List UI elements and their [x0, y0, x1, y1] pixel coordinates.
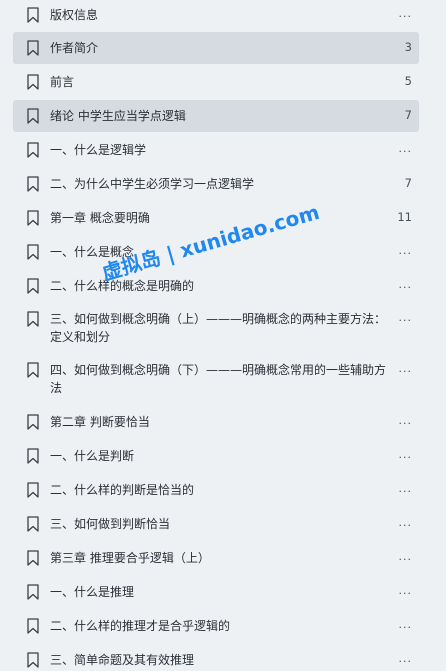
- bookmark-icon[interactable]: [26, 7, 40, 23]
- toc-item-title: 三、简单命题及其有效推理: [50, 653, 195, 667]
- toc-item-page: ...: [398, 142, 412, 155]
- toc-item-page: ...: [398, 516, 412, 529]
- toc-item-page: ...: [398, 414, 412, 427]
- toc-item-title: 二、什么样的推理才是合乎逻辑的: [50, 619, 231, 633]
- toc-item-title: 一、什么是逻辑学: [50, 143, 147, 157]
- bookmark-icon[interactable]: [26, 414, 40, 430]
- bookmark-icon[interactable]: [26, 40, 40, 56]
- bookmark-icon[interactable]: [26, 362, 40, 378]
- bookmark-icon[interactable]: [26, 652, 40, 668]
- toc-item-page: ...: [398, 362, 412, 375]
- toc-item-title: 二、什么样的概念是明确的: [50, 279, 195, 293]
- bookmark-icon[interactable]: [26, 108, 40, 124]
- toc-item[interactable]: 前言 5: [13, 72, 419, 92]
- toc-item[interactable]: 四、如何做到概念明确（下）———明确概念常用的一些辅助方法...: [13, 360, 419, 396]
- toc-item-title: 第三章 推理要合乎逻辑（上）: [50, 551, 210, 565]
- toc-item-page: ...: [398, 652, 412, 665]
- bookmark-icon[interactable]: [26, 142, 40, 158]
- toc-item-title: 前言: [50, 75, 75, 89]
- toc-item-page: ...: [398, 550, 412, 563]
- toc-item[interactable]: 第一章 概念要明确 11: [13, 208, 419, 228]
- toc-item[interactable]: 二、什么样的判断是恰当的...: [13, 480, 419, 500]
- toc-item-page: ...: [398, 278, 412, 291]
- toc-item-title: 一、什么是推理: [50, 585, 135, 599]
- toc-item-title: 第二章 判断要恰当: [50, 415, 150, 429]
- toc-item-page: 3: [404, 40, 412, 54]
- toc-item[interactable]: 二、为什么中学生必须学习一点逻辑学 7: [13, 174, 419, 194]
- toc-item-page: ...: [398, 482, 412, 495]
- toc-item-title: 绪论 中学生应当学点逻辑: [50, 109, 186, 123]
- toc-item-page: ...: [398, 618, 412, 631]
- table-of-contents: 版权信息... 作者简介 3 前言 5 绪论 中学生应当学点逻辑 7 一、什么是逻辑学... 二…: [0, 0, 446, 671]
- toc-item-title: 一、什么是概念: [50, 245, 135, 259]
- bookmark-icon[interactable]: [26, 244, 40, 260]
- toc-item-title: 二、什么样的判断是恰当的: [50, 483, 195, 497]
- toc-item-page: 7: [404, 108, 412, 122]
- toc-item-page: ...: [398, 584, 412, 597]
- toc-item-title: 第一章 概念要明确: [50, 211, 150, 225]
- bookmark-icon[interactable]: [26, 584, 40, 600]
- toc-item-title: 三、如何做到判断恰当: [50, 517, 171, 531]
- toc-item[interactable]: 版权信息...: [13, 5, 419, 25]
- toc-item-title: 三、如何做到概念明确（上）———明确概念的两种主要方法：定义和划分: [50, 312, 387, 344]
- toc-item-page: ...: [398, 7, 412, 20]
- bookmark-icon[interactable]: [26, 74, 40, 90]
- bookmark-icon[interactable]: [26, 516, 40, 532]
- toc-item-page: ...: [398, 448, 412, 461]
- toc-item[interactable]: 二、什么样的推理才是合乎逻辑的...: [13, 616, 419, 636]
- toc-item[interactable]: 绪论 中学生应当学点逻辑 7: [13, 100, 419, 132]
- toc-item-title: 一、什么是判断: [50, 449, 135, 463]
- toc-item[interactable]: 一、什么是逻辑学...: [13, 140, 419, 160]
- toc-item[interactable]: 作者简介 3: [13, 32, 419, 64]
- toc-item[interactable]: 一、什么是判断...: [13, 446, 419, 466]
- bookmark-icon[interactable]: [26, 618, 40, 634]
- toc-item[interactable]: 第二章 判断要恰当...: [13, 412, 419, 432]
- bookmark-icon[interactable]: [26, 176, 40, 192]
- toc-item[interactable]: 第三章 推理要合乎逻辑（上）...: [13, 548, 419, 568]
- bookmark-icon[interactable]: [26, 448, 40, 464]
- bookmark-icon[interactable]: [26, 311, 40, 327]
- toc-item[interactable]: 三、简单命题及其有效推理...: [13, 650, 419, 670]
- toc-item-page: 5: [404, 74, 412, 88]
- bookmark-icon[interactable]: [26, 210, 40, 226]
- bookmark-icon[interactable]: [26, 550, 40, 566]
- toc-item-title: 二、为什么中学生必须学习一点逻辑学: [50, 177, 255, 191]
- bookmark-icon[interactable]: [26, 278, 40, 294]
- bookmark-icon[interactable]: [26, 482, 40, 498]
- toc-item-page: 11: [397, 210, 412, 224]
- toc-item[interactable]: 三、如何做到判断恰当...: [13, 514, 419, 534]
- toc-item-title: 四、如何做到概念明确（下）———明确概念常用的一些辅助方法: [50, 363, 387, 395]
- toc-item-page: 7: [404, 176, 412, 190]
- toc-item[interactable]: 三、如何做到概念明确（上）———明确概念的两种主要方法：定义和划分...: [13, 309, 419, 345]
- toc-item[interactable]: 一、什么是推理...: [13, 582, 419, 602]
- toc-item-title: 作者简介: [50, 41, 99, 55]
- toc-item-page: ...: [398, 311, 412, 324]
- toc-item[interactable]: 二、什么样的概念是明确的...: [13, 276, 419, 296]
- toc-item-page: ...: [398, 244, 412, 257]
- toc-item[interactable]: 一、什么是概念...: [13, 242, 419, 262]
- toc-item-title: 版权信息: [50, 8, 99, 22]
